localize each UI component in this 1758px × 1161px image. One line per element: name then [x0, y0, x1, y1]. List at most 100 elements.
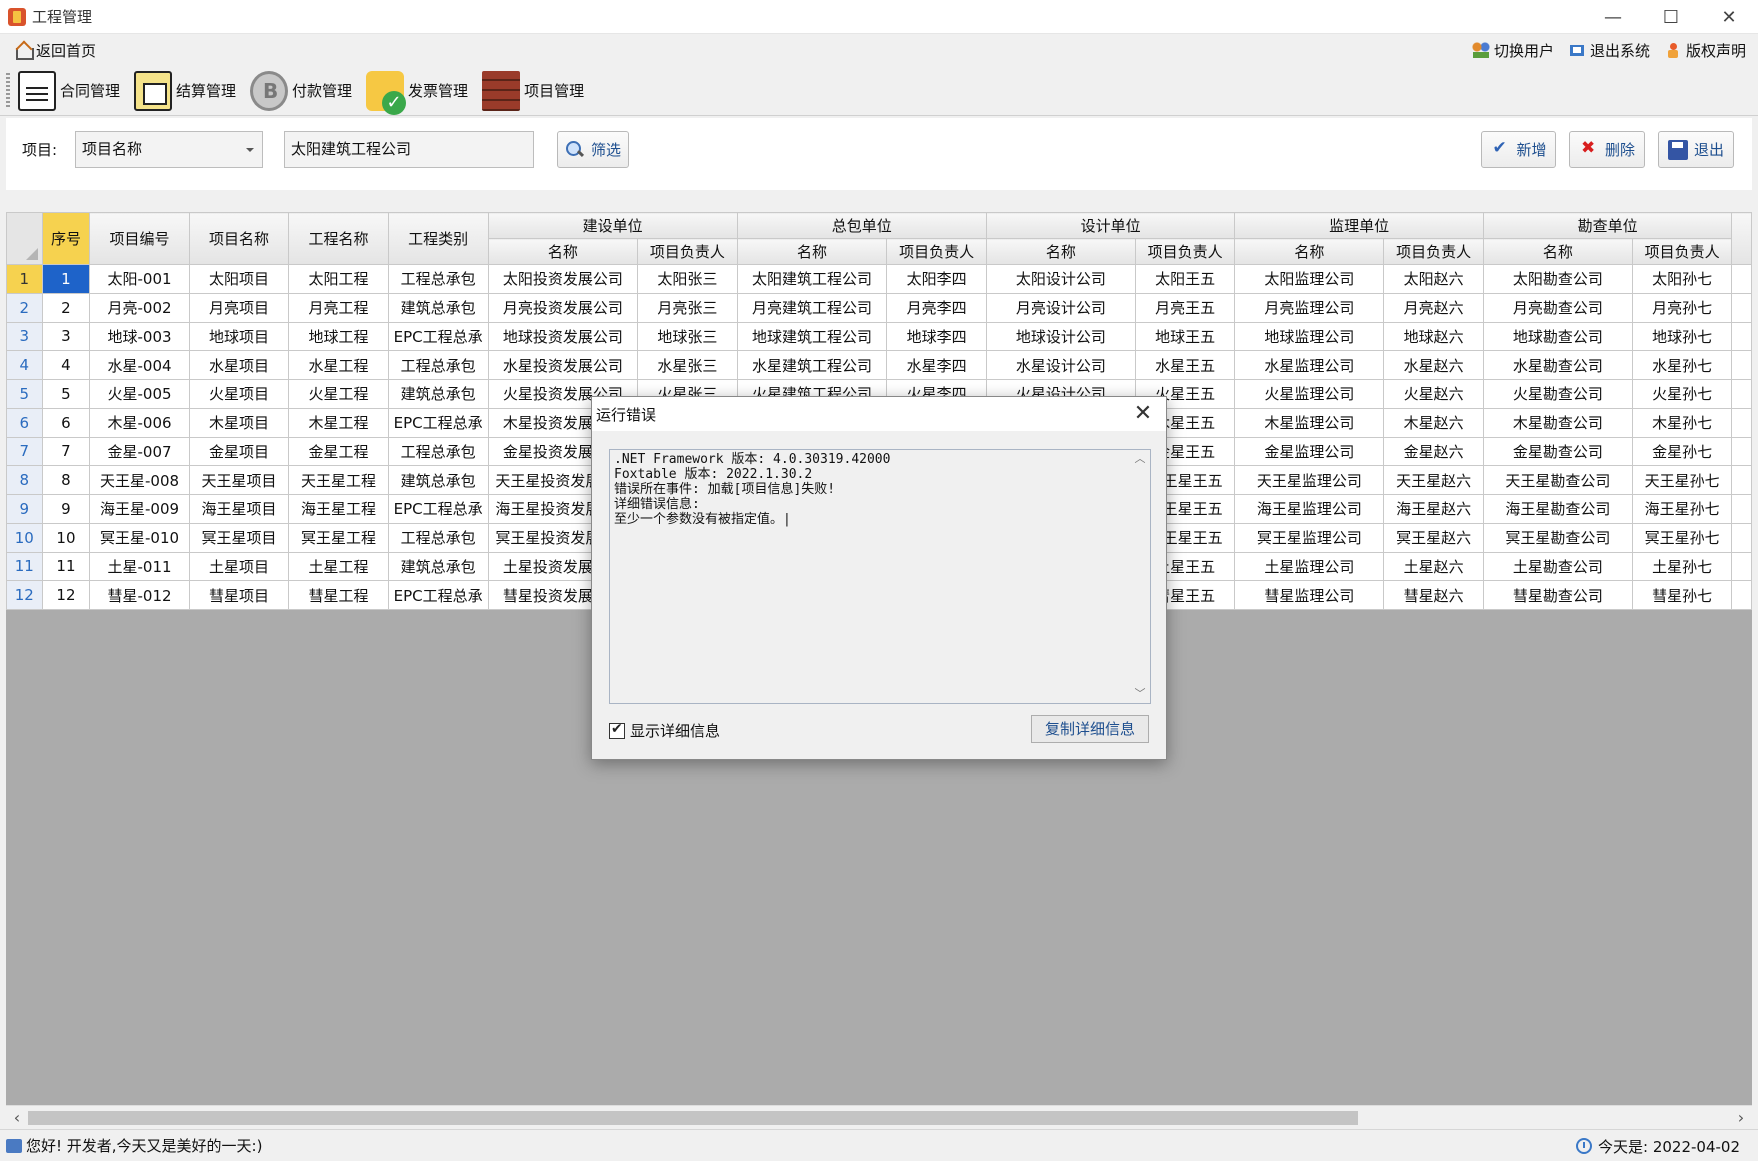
add-button[interactable]: 新增	[1481, 131, 1556, 168]
col-header-general-lead[interactable]: 项目负责人	[886, 238, 987, 265]
delete-button[interactable]: 删除	[1569, 131, 1645, 168]
col-header-super-name[interactable]: 名称	[1234, 238, 1385, 265]
home-button[interactable]: 返回首页	[14, 40, 96, 61]
cell-super-lead[interactable]: 金星赵六	[1383, 436, 1484, 467]
cell-project-name[interactable]: 彗星项目	[188, 580, 290, 610]
col-header-build-lead[interactable]: 项目负责人	[637, 238, 738, 265]
cell-survey-name[interactable]: 木星勘查公司	[1482, 407, 1633, 438]
switch-user-button[interactable]: 切换用户	[1471, 40, 1554, 61]
cell-general-lead[interactable]: 月亮李四	[886, 292, 987, 323]
cell-super-name[interactable]: 金星监理公司	[1234, 436, 1385, 467]
row-header[interactable]: 12	[6, 580, 43, 610]
cell-design-lead[interactable]: 水星王五	[1134, 350, 1236, 380]
cell-general-name[interactable]: 太阳建筑工程公司	[736, 264, 888, 294]
cell-design-name[interactable]: 地球设计公司	[985, 321, 1136, 352]
cell-general-lead[interactable]: 水星李四	[886, 350, 987, 380]
cell-code[interactable]: 木星-006	[89, 407, 190, 438]
horizontal-scrollbar[interactable]: ‹ ›	[6, 1105, 1752, 1129]
cell-seq[interactable]: 2	[41, 292, 91, 323]
cell-seq[interactable]: 12	[41, 580, 91, 610]
cell-survey-name[interactable]: 天王星勘查公司	[1482, 465, 1633, 495]
cell-engineering-name[interactable]: 彗星工程	[288, 580, 389, 610]
row-header[interactable]: 10	[6, 522, 43, 553]
minimize-button[interactable]: —	[1584, 0, 1642, 34]
cell-project-name[interactable]: 木星项目	[188, 407, 290, 438]
table-row[interactable]: 3 3 地球-003 地球项目 地球工程 EPC工程总承 地球投资发展公司 地球张三 地球建筑工…	[6, 321, 1752, 352]
row-header[interactable]: 5	[6, 379, 43, 409]
cell-project-name[interactable]: 水星项目	[188, 350, 290, 380]
cell-code[interactable]: 彗星-012	[89, 580, 190, 610]
cell-survey-name[interactable]: 火星勘查公司	[1482, 379, 1633, 409]
col-header-code[interactable]: 项目编号	[89, 212, 190, 265]
exit-system-button[interactable]: 退出系统	[1567, 40, 1650, 61]
row-header[interactable]: 8	[6, 465, 43, 495]
cell-super-lead[interactable]: 土星赵六	[1383, 551, 1484, 582]
cell-engineering-name[interactable]: 冥王星工程	[288, 522, 389, 553]
cell-survey-lead[interactable]: 天王星孙七	[1631, 465, 1733, 495]
cell-type[interactable]: EPC工程总承	[387, 407, 489, 438]
cell-survey-lead[interactable]: 地球孙七	[1631, 321, 1733, 352]
cell-build-name[interactable]: 水星投资发展公司	[487, 350, 639, 380]
cell-type[interactable]: 工程总承包	[387, 350, 489, 380]
show-detail-checkbox[interactable]: 显示详细信息	[609, 720, 720, 741]
filter-value-input[interactable]: 太阳建筑工程公司	[284, 131, 534, 168]
col-header-build-name[interactable]: 名称	[487, 238, 639, 265]
cell-engineering-name[interactable]: 天王星工程	[288, 465, 389, 495]
cell-build-lead[interactable]: 水星张三	[637, 350, 738, 380]
contract-management-button[interactable]: 合同管理	[18, 70, 120, 111]
cell-super-lead[interactable]: 火星赵六	[1383, 379, 1484, 409]
cell-build-lead[interactable]: 地球张三	[637, 321, 738, 352]
cell-seq[interactable]: 6	[41, 407, 91, 438]
cell-design-lead[interactable]: 地球王五	[1134, 321, 1236, 352]
cell-super-lead[interactable]: 海王星赵六	[1383, 494, 1484, 524]
cell-code[interactable]: 冥王星-010	[89, 522, 190, 553]
cell-code[interactable]: 水星-004	[89, 350, 190, 380]
cell-super-lead[interactable]: 彗星赵六	[1383, 580, 1484, 610]
row-header[interactable]: 11	[6, 551, 43, 582]
row-header[interactable]: 9	[6, 494, 43, 524]
cell-super-name[interactable]: 天王星监理公司	[1234, 465, 1385, 495]
col-header-project-name[interactable]: 项目名称	[188, 212, 290, 265]
cell-seq[interactable]: 11	[41, 551, 91, 582]
cell-survey-lead[interactable]: 太阳孙七	[1631, 264, 1733, 294]
cell-survey-name[interactable]: 冥王星勘查公司	[1482, 522, 1633, 553]
cell-survey-name[interactable]: 海王星勘查公司	[1482, 494, 1633, 524]
cell-project-name[interactable]: 金星项目	[188, 436, 290, 467]
cell-general-lead[interactable]: 太阳李四	[886, 264, 987, 294]
cell-code[interactable]: 月亮-002	[89, 292, 190, 323]
cell-survey-name[interactable]: 金星勘查公司	[1482, 436, 1633, 467]
cell-type[interactable]: EPC工程总承	[387, 494, 489, 524]
cell-seq[interactable]: 9	[41, 494, 91, 524]
scroll-right-icon[interactable]: ›	[1730, 1106, 1752, 1130]
cell-engineering-name[interactable]: 火星工程	[288, 379, 389, 409]
cell-super-lead[interactable]: 地球赵六	[1383, 321, 1484, 352]
col-header-super-lead[interactable]: 项目负责人	[1383, 238, 1484, 265]
cell-seq[interactable]: 3	[41, 321, 91, 352]
cell-seq[interactable]: 4	[41, 350, 91, 380]
cell-super-lead[interactable]: 月亮赵六	[1383, 292, 1484, 323]
cell-super-lead[interactable]: 木星赵六	[1383, 407, 1484, 438]
scrollbar-thumb[interactable]	[28, 1111, 1358, 1125]
col-header-general-name[interactable]: 名称	[736, 238, 888, 265]
filter-field-select[interactable]: 项目名称	[75, 131, 263, 168]
cell-type[interactable]: EPC工程总承	[387, 321, 489, 352]
cell-design-name[interactable]: 月亮设计公司	[985, 292, 1136, 323]
col-header-design-lead[interactable]: 项目负责人	[1134, 238, 1236, 265]
cell-engineering-name[interactable]: 土星工程	[288, 551, 389, 582]
row-header[interactable]: 1	[6, 264, 43, 294]
cell-build-name[interactable]: 地球投资发展公司	[487, 321, 639, 352]
cell-project-name[interactable]: 天王星项目	[188, 465, 290, 495]
close-window-button[interactable]: ✕	[1700, 0, 1758, 34]
cell-engineering-name[interactable]: 海王星工程	[288, 494, 389, 524]
cell-type[interactable]: 建筑总承包	[387, 465, 489, 495]
filter-button[interactable]: 筛选	[557, 131, 629, 168]
cell-super-name[interactable]: 海王星监理公司	[1234, 494, 1385, 524]
cell-survey-name[interactable]: 太阳勘查公司	[1482, 264, 1633, 294]
cell-general-name[interactable]: 月亮建筑工程公司	[736, 292, 888, 323]
cell-project-name[interactable]: 太阳项目	[188, 264, 290, 294]
cell-seq[interactable]: 1	[41, 264, 91, 294]
cell-super-lead[interactable]: 冥王星赵六	[1383, 522, 1484, 553]
cell-super-lead[interactable]: 水星赵六	[1383, 350, 1484, 380]
cell-engineering-name[interactable]: 水星工程	[288, 350, 389, 380]
copyright-button[interactable]: 版权声明	[1664, 40, 1746, 61]
